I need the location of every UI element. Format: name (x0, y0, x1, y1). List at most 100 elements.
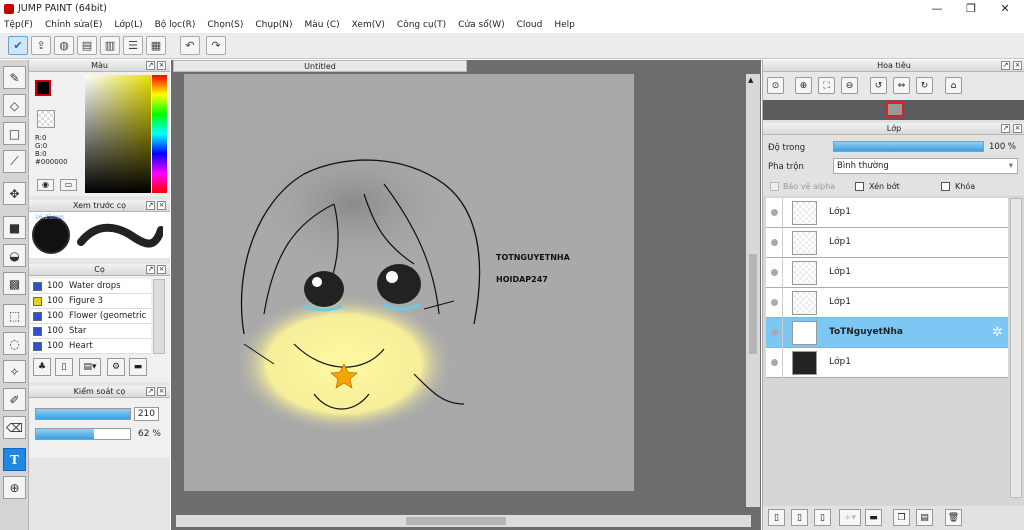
rotate-right-icon[interactable]: ↻ (916, 77, 933, 94)
brush-menu-icon[interactable]: ▤▾ (79, 358, 101, 376)
transparent-color[interactable] (37, 110, 55, 128)
brush-tool-icon[interactable]: ✎ (3, 66, 26, 89)
layer-row[interactable]: Lớp1 (766, 348, 1008, 378)
document-tab[interactable]: Untitled (173, 60, 467, 72)
menu-file[interactable]: Tệp(F) (4, 20, 33, 30)
vertical-scroll-thumb[interactable] (749, 254, 757, 354)
check-icon[interactable]: ✔ (8, 36, 28, 55)
lasso-tool-icon[interactable]: ◌ (3, 332, 26, 355)
folder-icon[interactable]: ▬ (865, 509, 882, 526)
layer-row[interactable]: Lớp1 (766, 288, 1008, 318)
drawing-canvas[interactable]: TOTNGUYETNHA HOIDAP247 (184, 74, 634, 491)
merge-layer-icon[interactable]: ▤ (916, 509, 933, 526)
eyedropper-tool-icon[interactable]: ⊕ (3, 476, 26, 499)
new-layer-icon[interactable]: ▯ (768, 509, 785, 526)
brush-item[interactable]: 100 Heart (31, 339, 151, 354)
panel-float-icon[interactable]: ↗ (146, 201, 155, 210)
zoom-in-icon[interactable]: ⊕ (795, 77, 812, 94)
add-dropdown-icon[interactable]: +▾ (839, 509, 861, 526)
clipping-checkbox[interactable] (855, 182, 864, 191)
maximize-button[interactable]: ❐ (954, 0, 988, 17)
hue-slider[interactable] (152, 75, 167, 193)
duplicate-layer-icon[interactable]: ▯ (814, 509, 831, 526)
new-brush-icon[interactable]: ▯ (55, 358, 73, 376)
visibility-icon[interactable] (771, 359, 778, 366)
menu-filter[interactable]: Bộ lọc(R) (155, 20, 196, 30)
actual-size-icon[interactable]: ⛶ (818, 77, 835, 94)
palette-icon[interactable]: ◉ (37, 179, 54, 191)
visibility-icon[interactable] (771, 329, 778, 336)
delete-layer-icon[interactable]: 🗑 (945, 509, 962, 526)
rotate-left-icon[interactable]: ↺ (870, 77, 887, 94)
close-button[interactable]: ✕ (988, 0, 1022, 17)
text-tool-icon[interactable]: T (3, 448, 26, 471)
visibility-icon[interactable] (771, 209, 778, 216)
panel-close-icon[interactable]: × (157, 201, 166, 210)
gradient-tool-icon[interactable]: ▩ (3, 272, 26, 295)
line-tool-icon[interactable]: ⟋ (3, 150, 26, 173)
menu-edit[interactable]: Chỉnh sửa(E) (45, 20, 102, 30)
fill-rect-tool-icon[interactable]: ■ (3, 216, 26, 239)
select-eraser-tool-icon[interactable]: ⌫ (3, 416, 26, 439)
panel-float-icon[interactable]: ↗ (1001, 124, 1010, 133)
document-icon[interactable]: ▥ (100, 36, 120, 55)
brush-settings-icon[interactable]: ⚙ (107, 358, 125, 376)
magic-wand-tool-icon[interactable]: ✧ (3, 360, 26, 383)
layer-row[interactable]: Lớp1 (766, 228, 1008, 258)
panel-float-icon[interactable]: ↗ (146, 61, 155, 70)
brush-item[interactable]: 100 Star (31, 324, 151, 339)
canvas-vertical-scrollbar[interactable]: ▲ (746, 74, 760, 507)
brush-item[interactable]: 100 Water drops (31, 279, 151, 294)
brush-folder-icon[interactable]: ▬ (129, 358, 147, 376)
navigator-viewport[interactable] (886, 102, 904, 117)
flip-icon[interactable]: ⇔ (893, 77, 910, 94)
scroll-up-icon[interactable]: ▲ (748, 76, 753, 84)
menu-layer[interactable]: Lớp(L) (114, 20, 142, 30)
swatch-icon[interactable]: ▭ (60, 179, 77, 191)
chat-icon[interactable]: ▤ (77, 36, 97, 55)
settings-list-icon[interactable]: ▦ (146, 36, 166, 55)
marquee-tool-icon[interactable]: ⬚ (3, 304, 26, 327)
foreground-color[interactable] (35, 80, 51, 96)
menu-capture[interactable]: Chụp(N) (255, 20, 292, 30)
panel-close-icon[interactable]: × (157, 61, 166, 70)
brush-size-slider[interactable] (35, 408, 131, 420)
horizontal-scroll-thumb[interactable] (406, 517, 506, 525)
layer-list-scrollbar[interactable] (1010, 198, 1022, 498)
menu-color[interactable]: Màu (C) (305, 20, 340, 30)
panel-close-icon[interactable]: × (1013, 124, 1022, 133)
eraser-tool-icon[interactable]: ◇ (3, 94, 26, 117)
visibility-icon[interactable] (771, 239, 778, 246)
panel-close-icon[interactable]: × (157, 387, 166, 396)
zoom-out-icon[interactable]: ⊖ (841, 77, 858, 94)
zoom-fit-icon[interactable]: ⊙ (767, 77, 784, 94)
visibility-icon[interactable] (771, 269, 778, 276)
menu-select[interactable]: Chọn(S) (207, 20, 243, 30)
protect-alpha-checkbox[interactable] (770, 182, 779, 191)
panel-float-icon[interactable]: ↗ (1001, 61, 1010, 70)
brush-opacity-slider[interactable] (35, 428, 131, 440)
panel-close-icon[interactable]: × (1013, 61, 1022, 70)
brush-item[interactable]: 100 Flower (geometric p (31, 309, 151, 324)
list-icon[interactable]: ☰ (123, 36, 143, 55)
panel-float-icon[interactable]: ↗ (146, 265, 155, 274)
move-tool-icon[interactable]: ✥ (3, 182, 26, 205)
minimize-button[interactable]: — (920, 0, 954, 17)
visibility-icon[interactable] (771, 299, 778, 306)
comment-icon[interactable]: ◍ (54, 36, 74, 55)
redo-icon[interactable]: ↷ (206, 36, 226, 55)
gear-icon[interactable]: ✲ (992, 325, 1003, 340)
undo-icon[interactable]: ↶ (180, 36, 200, 55)
layer-row-selected[interactable]: ToTNguyetNha ✲ (766, 318, 1008, 348)
brush-list-scrollbar[interactable] (153, 279, 165, 354)
rect-select-tool-icon[interactable]: □ (3, 122, 26, 145)
layer-opacity-slider[interactable] (833, 141, 984, 152)
menu-cloud[interactable]: Cloud (517, 20, 543, 30)
brush-item[interactable]: 100 Figure 3 (31, 294, 151, 309)
brush-size-value[interactable]: 210 (134, 407, 159, 421)
layer-row[interactable]: Lớp1 (766, 198, 1008, 228)
menu-tools[interactable]: Công cụ(T) (397, 20, 446, 30)
menu-help[interactable]: Help (554, 20, 575, 30)
menu-view[interactable]: Xem(V) (352, 20, 385, 30)
menu-window[interactable]: Cửa sổ(W) (458, 20, 504, 30)
